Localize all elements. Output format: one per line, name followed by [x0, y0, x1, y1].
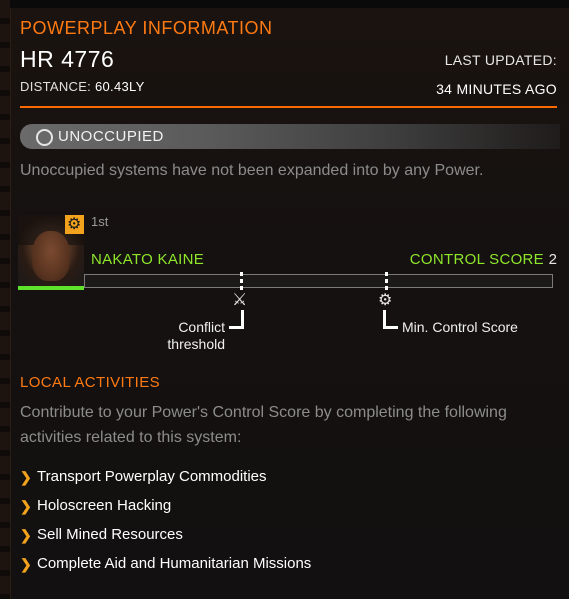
conflict-bracket — [229, 310, 244, 329]
local-activities-description: Contribute to your Power's Control Score… — [20, 404, 507, 446]
status-label: UNOCCUPIED — [58, 128, 164, 145]
power-name[interactable]: NAKATO KAINE — [91, 251, 204, 268]
conflict-threshold-label: Conflict threshold — [167, 319, 225, 352]
distance-label: DISTANCE: — [20, 79, 92, 94]
status-description: Unoccupied systems have not been expande… — [20, 162, 484, 179]
power-rank: 1st — [91, 214, 109, 229]
last-updated-label: LAST UPDATED: — [444, 52, 557, 68]
local-activities-title: LOCAL ACTIVITIES — [20, 374, 161, 391]
min-control-marker — [385, 272, 388, 290]
gear-badge-icon: ⚙ — [67, 216, 82, 233]
activity-item[interactable]: ❯ Holoscreen Hacking — [20, 491, 311, 520]
control-score-value: 2 — [548, 251, 557, 268]
status-badge: UNOCCUPIED — [20, 124, 560, 149]
control-score-label: CONTROL SCORE — [409, 251, 544, 268]
activity-label: Transport Powerplay Commodities — [37, 468, 267, 485]
activity-item[interactable]: ❯ Transport Powerplay Commodities — [20, 462, 311, 491]
chevron-right-icon: ❯ — [20, 497, 32, 514]
activity-label: Complete Aid and Humanitarian Missions — [37, 555, 312, 572]
distance-value: 60.43LY — [95, 79, 145, 94]
last-updated-value: 34 MINUTES AGO — [436, 81, 557, 97]
distance-readout: DISTANCE: 60.43LY — [20, 79, 145, 94]
min-bracket — [383, 310, 398, 329]
activity-item[interactable]: ❯ Sell Mined Resources — [20, 520, 311, 549]
crossed-swords-icon: ⚔ — [232, 290, 248, 309]
min-control-score-label: Min. Control Score — [402, 319, 518, 335]
system-name: HR 4776 — [20, 46, 115, 72]
activity-item[interactable]: ❯ Complete Aid and Humanitarian Missions — [20, 549, 311, 578]
gear-outline-icon: ⚙ — [378, 292, 393, 309]
activity-list: ❯ Transport Powerplay Commodities ❯ Holo… — [20, 462, 311, 578]
panel-title: POWERPLAY INFORMATION — [20, 18, 273, 38]
chevron-right-icon: ❯ — [20, 468, 32, 485]
header-divider — [20, 106, 557, 108]
side-decoration — [0, 0, 10, 599]
control-score-bar — [84, 274, 553, 288]
power-portrait[interactable]: ⚙ — [18, 215, 84, 286]
chevron-right-icon: ❯ — [20, 526, 32, 543]
empty-circle-icon — [36, 129, 53, 146]
activity-label: Sell Mined Resources — [37, 526, 183, 543]
power-color-bar — [18, 286, 84, 290]
activity-label: Holoscreen Hacking — [37, 497, 172, 514]
portrait-face — [32, 231, 70, 281]
conflict-threshold-marker — [240, 272, 243, 290]
chevron-right-icon: ❯ — [20, 555, 32, 572]
